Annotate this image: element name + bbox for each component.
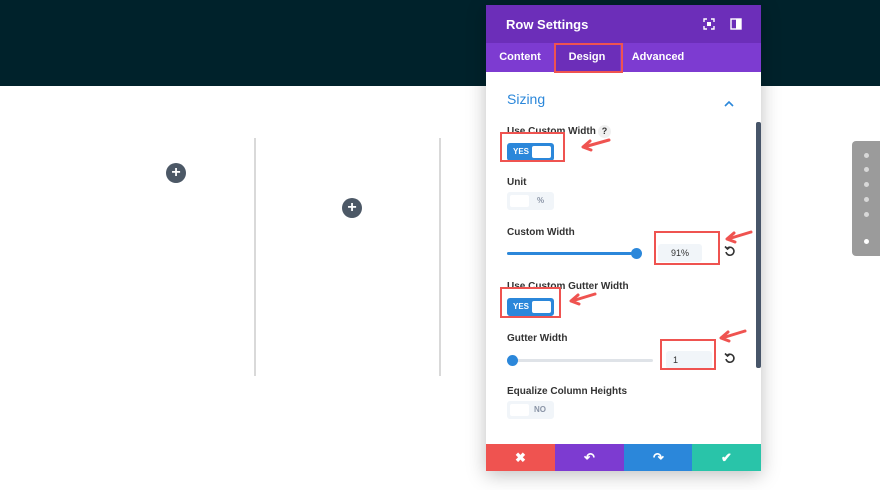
tab-content[interactable]: Content — [494, 43, 546, 72]
modal-title: Row Settings — [506, 17, 589, 32]
custom-width-label: Custom Width — [507, 227, 575, 238]
add-module-button[interactable]: + — [342, 198, 362, 218]
redo-icon: ↷ — [653, 450, 664, 465]
annotation-arrow — [725, 230, 753, 244]
gutter-width-slider[interactable] — [507, 355, 653, 366]
slider-thumb[interactable] — [507, 355, 518, 366]
cancel-button[interactable]: ✖ — [486, 444, 555, 471]
close-icon: ✖ — [515, 450, 526, 465]
nav-dot[interactable] — [864, 197, 869, 202]
slider-fill — [507, 252, 632, 255]
add-icon: + — [347, 199, 357, 216]
modal-tabs: Content Design Advanced — [486, 43, 761, 72]
equalize-column-heights-toggle[interactable]: NO — [507, 401, 554, 419]
unit-label: Unit — [507, 177, 527, 188]
custom-width-slider[interactable] — [507, 248, 642, 259]
undo-icon: ↶ — [584, 450, 595, 465]
nav-dot[interactable] — [864, 182, 869, 187]
reset-icon[interactable] — [724, 245, 736, 260]
section-title[interactable]: Sizing — [507, 91, 545, 107]
tab-advanced[interactable]: Advanced — [628, 43, 688, 72]
highlight-box — [660, 339, 716, 370]
sidebar-toggle-icon[interactable] — [729, 17, 743, 31]
toggle-knob — [510, 404, 529, 416]
add-icon: + — [171, 164, 181, 181]
equalize-column-heights-label: Equalize Column Heights — [507, 386, 628, 397]
toggle-state: NO — [534, 405, 546, 414]
modal-scrollbar[interactable] — [756, 122, 761, 368]
chevron-up-icon[interactable] — [724, 94, 734, 112]
highlight-box — [500, 132, 565, 162]
add-module-button[interactable]: + — [166, 163, 186, 183]
highlight-box — [500, 287, 561, 318]
save-button[interactable]: ✔ — [692, 444, 761, 471]
column-divider — [439, 138, 441, 376]
check-icon: ✔ — [721, 450, 732, 465]
annotation-arrow — [719, 329, 747, 343]
column-divider — [254, 138, 256, 376]
nav-dot[interactable] — [864, 167, 869, 172]
annotation-arrow — [581, 138, 611, 152]
redo-button[interactable]: ↷ — [624, 444, 693, 471]
nav-dot-active[interactable] — [864, 239, 869, 244]
unit-value: % — [537, 196, 545, 205]
page-dot-navigation — [852, 141, 880, 256]
highlight-box — [654, 231, 720, 265]
expand-icon[interactable] — [702, 17, 716, 31]
nav-dot[interactable] — [864, 212, 869, 217]
toggle-knob — [510, 195, 529, 207]
undo-button[interactable]: ↶ — [555, 444, 624, 471]
annotation-arrow — [569, 292, 597, 306]
reset-icon[interactable] — [724, 352, 736, 367]
highlight-box — [554, 43, 623, 73]
gutter-width-label: Gutter Width — [507, 333, 568, 344]
nav-dot[interactable] — [864, 153, 869, 158]
unit-toggle[interactable]: % — [507, 192, 554, 210]
modal-header: Row Settings — [486, 5, 761, 43]
slider-thumb[interactable] — [631, 248, 642, 259]
